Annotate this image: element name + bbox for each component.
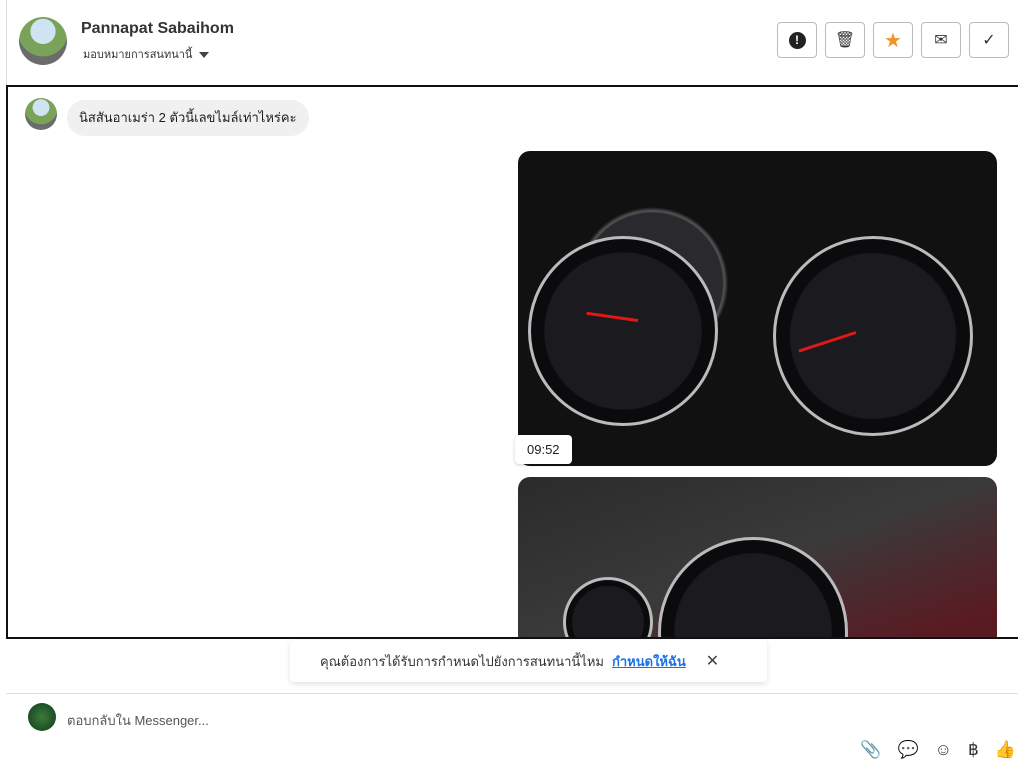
payment-icon[interactable]: ฿ (968, 740, 979, 760)
delete-button[interactable]: 🗑 (825, 22, 865, 58)
check-icon: ✓ (982, 32, 996, 49)
caret-down-icon (199, 52, 210, 59)
conversation-header: Pannapat Sabaihom มอบหมายการสนทนานี้ ! 🗑… (0, 0, 1018, 86)
star-button[interactable]: ★ (873, 22, 913, 58)
alert-icon: ! (788, 31, 806, 49)
tachometer (563, 577, 653, 637)
envelope-icon: ✉ (934, 32, 948, 49)
saved-reply-icon[interactable]: 💬 (897, 740, 918, 760)
message-thread[interactable]: นิสสันอาเมร่า 2 ตัวนี้เลขไมล์เท่าไหร่คะ … (6, 85, 1018, 639)
dashboard-photo-1[interactable] (518, 151, 997, 466)
close-icon[interactable]: ✕ (706, 651, 719, 671)
assign-label: มอบหมายการสนทนานี้ (83, 49, 193, 61)
divider (6, 693, 1018, 694)
page-avatar (28, 703, 56, 731)
like-icon[interactable]: 👍 (995, 740, 1016, 760)
speedometer (658, 537, 848, 637)
spam-button[interactable]: ! (777, 22, 817, 58)
contact-name[interactable]: Pannapat Sabaihom (81, 20, 234, 38)
speedometer (773, 236, 973, 436)
tachometer (528, 236, 718, 426)
attachment-icon[interactable]: 📎 (860, 740, 881, 760)
dashboard-photo-2[interactable] (518, 477, 997, 637)
incoming-message: นิสสันอาเมร่า 2 ตัวนี้เลขไมล์เท่าไหร่คะ (67, 100, 309, 136)
star-icon: ★ (884, 29, 902, 52)
avatar[interactable] (19, 17, 67, 65)
done-button[interactable]: ✓ (969, 22, 1009, 58)
mark-unread-button[interactable]: ✉ (921, 22, 961, 58)
sender-avatar (25, 98, 57, 130)
assign-prompt: คุณต้องการได้รับการกำหนดไปยังการสนทนานี้… (290, 640, 767, 682)
trash-icon: 🗑 (834, 32, 856, 49)
message-time: 09:52 (515, 435, 572, 464)
assign-to-me-link[interactable]: กำหนดให้ฉัน (612, 651, 686, 672)
reply-input[interactable]: ตอบกลับใน Messenger... (67, 710, 209, 731)
emoji-icon[interactable]: ☺ (935, 740, 952, 760)
assign-dropdown[interactable]: มอบหมายการสนทนานี้ (83, 45, 210, 63)
assign-prompt-text: คุณต้องการได้รับการกำหนดไปยังการสนทนานี้… (320, 653, 604, 669)
